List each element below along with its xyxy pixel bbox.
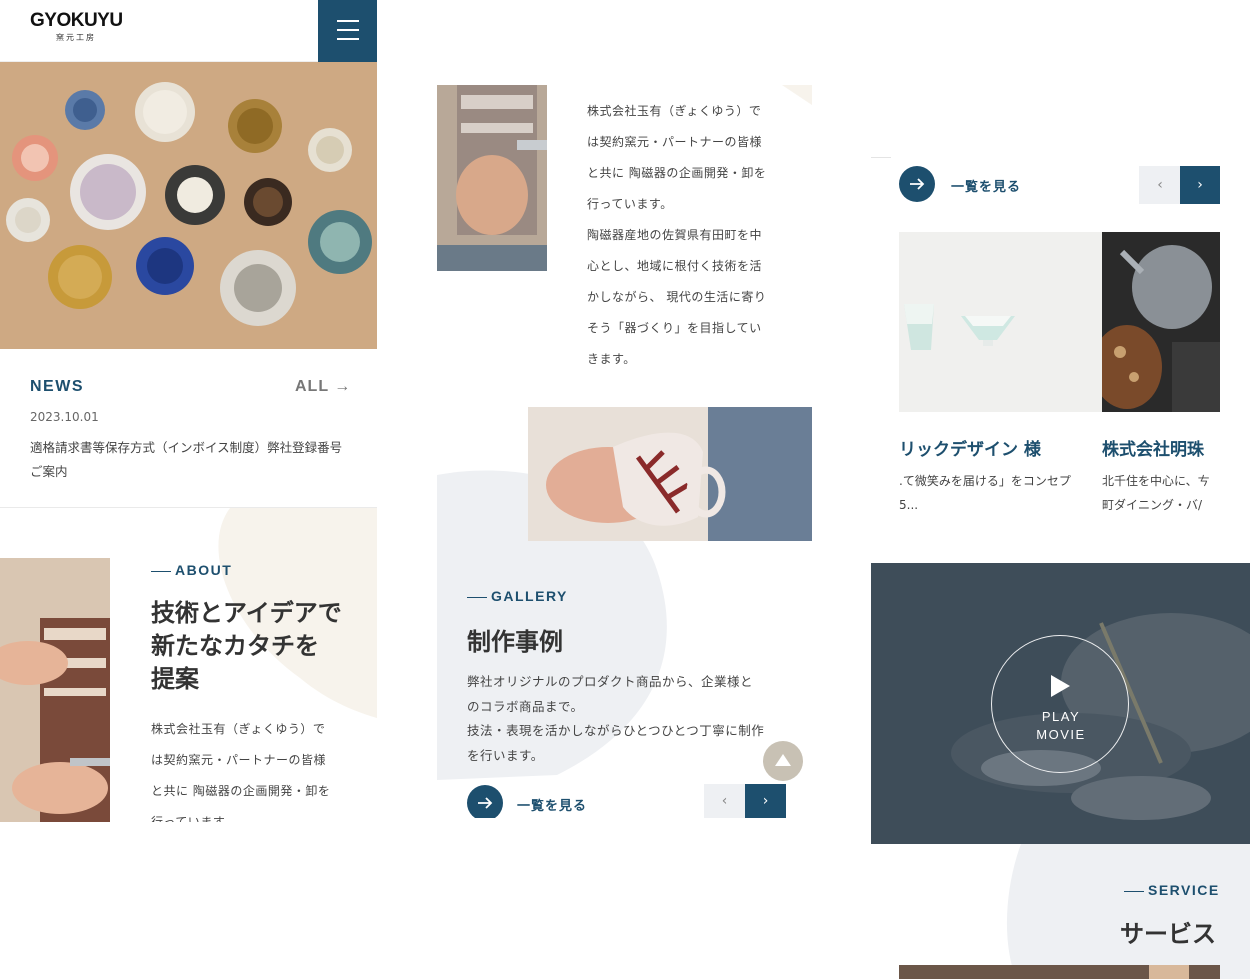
case-desc-line: .て微笑みを届ける」をコンセプ <box>899 474 1071 488</box>
about-body-line: と共に 陶磁器の企画開発・卸を <box>151 784 331 798</box>
pottery-wheel-image <box>437 85 547 271</box>
case-desc-line: 北千住を中心に、ㄘ <box>1102 474 1210 488</box>
gallery-label-text: GALLERY <box>491 588 568 604</box>
intro-body-text: 株式会社玉有（ぎょくゆう）で は契約窯元・パートナーの皆様 と共に 陶磁器の企画… <box>587 96 797 375</box>
service-section-label: SERVICE <box>1124 882 1220 898</box>
viewport-cutoff <box>437 818 812 979</box>
gallery-next-button[interactable]: › <box>745 784 786 819</box>
label-dash <box>467 596 487 598</box>
intro-body-line: 行っています。 <box>587 197 673 211</box>
label-dash <box>1124 890 1144 892</box>
intro-body-line: きます。 <box>587 352 636 366</box>
intro-body-line: 株式会社玉有（ぎょくゆう）で <box>587 104 762 118</box>
cases-next-button[interactable]: › <box>1180 166 1220 204</box>
about-heading-line: 新たなカタチを <box>151 632 319 660</box>
news-section-title: NEWS <box>30 378 84 395</box>
intro-body-line: そう「器づくり」を目指してい <box>587 321 762 335</box>
service-background-shape <box>1006 844 1250 979</box>
intro-body-line: かしながら、 現代の生活に寄り <box>587 290 767 304</box>
about-section-label: ABOUT <box>151 562 232 578</box>
news-item-link[interactable]: 適格請求書等保存方式（インボイス制度）弊社登録番号 ご案内 <box>30 436 355 484</box>
movie-section: PLAY MOVIE <box>871 563 1250 844</box>
about-heading-line: 提案 <box>151 665 199 693</box>
play-label-line: PLAY <box>1041 709 1081 724</box>
news-all-link[interactable]: ALL → <box>295 378 351 396</box>
gallery-body-text: 弊社オリジナルのプロダクト商品から、企業様と のコラボ商品まで。 技法・表現を活… <box>467 670 782 768</box>
triangle-up-icon <box>775 754 791 766</box>
about-heading-line: 技術とアイデアで <box>151 599 342 627</box>
label-dash <box>151 570 171 572</box>
mobile-view-middle: 株式会社玉有（ぎょくゆう）で は契約窯元・パートナーの皆様 と共に 陶磁器の企画… <box>437 0 812 979</box>
cases-prev-button[interactable]: ‹ <box>1139 166 1181 204</box>
mobile-view-bottom: 一覧を見る ‹ › リックデザイン 様 株式会社明珠 .て微笑みを届ける」をコン… <box>871 0 1250 979</box>
service-label-text: SERVICE <box>1148 882 1220 898</box>
intro-body-line: 心とし、地域に根付く技術を活 <box>587 259 763 273</box>
case-company-name[interactable]: リックデザイン 様 <box>899 435 1041 460</box>
mobile-view-top: GYOKUYU 窯元工房 NEWS ALL → 2023.10.01 適格請求書… <box>0 0 377 979</box>
viewport-cutoff <box>0 822 377 979</box>
hero-ceramics-image <box>0 62 377 349</box>
cases-more-arrow-button[interactable] <box>899 166 935 202</box>
gallery-more-arrow-button[interactable] <box>467 785 503 821</box>
about-heading: 技術とアイデアで 新たなカタチを 提案 <box>151 597 366 696</box>
gallery-heading: 制作事例 <box>467 628 563 656</box>
menu-line-icon <box>337 29 359 31</box>
news-item-date: 2023.10.01 <box>30 410 99 424</box>
about-label-text: ABOUT <box>175 562 233 578</box>
cases-more-link[interactable]: 一覧を見る <box>951 176 1021 195</box>
case-company-desc: .て微笑みを届ける」をコンセプ 5... <box>899 469 1102 517</box>
case-company-desc: 北千住を中心に、ㄘ 町ダイニング・バ/ <box>1102 469 1220 517</box>
about-body-text: 株式会社玉有（ぎょくゆう）で は契約窯元・パートナーの皆様 と共に 陶磁器の企画… <box>151 714 356 838</box>
about-body-line: 株式会社玉有（ぎょくゆう）で <box>151 722 326 736</box>
play-label-line: MOVIE <box>1036 727 1086 742</box>
scroll-to-top-button[interactable] <box>763 741 803 781</box>
play-movie-label: PLAY MOVIE <box>992 708 1130 744</box>
top-edge-line <box>871 157 891 158</box>
hamburger-menu-button[interactable] <box>318 0 377 62</box>
arrow-right-icon <box>478 797 493 809</box>
gallery-more-link[interactable]: 一覧を見る <box>517 795 587 814</box>
arrow-right-icon <box>910 178 925 190</box>
site-logo[interactable]: GYOKUYU 窯元工房 <box>30 10 123 43</box>
gallery-body-line: 技法・表現を活かしながらひとつひとつ丁寧に制作 <box>467 723 765 738</box>
painting-mug-image <box>528 407 812 541</box>
gallery-section-label: GALLERY <box>467 588 568 604</box>
service-image <box>899 965 1220 979</box>
gallery-body-line: のコラボ商品まで。 <box>467 698 584 714</box>
menu-line-icon <box>337 20 359 22</box>
gallery-body-line: 弊社オリジナルのプロダクト商品から、企業様と <box>467 674 754 689</box>
about-body-line: は契約窯元・パートナーの皆様 <box>151 753 327 767</box>
case-desc-line: 町ダイニング・バ/ <box>1102 498 1203 512</box>
play-icon <box>1051 675 1070 697</box>
site-header: GYOKUYU 窯元工房 <box>0 0 377 62</box>
gallery-prev-button[interactable]: ‹ <box>704 784 745 819</box>
logo-subtext: 窯元工房 <box>56 33 96 42</box>
case-image-teapot[interactable] <box>1102 232 1220 412</box>
play-movie-button[interactable]: PLAY MOVIE <box>991 635 1129 773</box>
case-desc-line: 5... <box>899 498 919 512</box>
about-pottery-image <box>0 558 110 822</box>
menu-line-icon <box>337 38 359 40</box>
intro-body-line: と共に 陶磁器の企画開発・卸を <box>587 166 767 180</box>
service-heading: サービス <box>1120 920 1216 948</box>
intro-body-line: は契約窯元・パートナーの皆様 <box>587 135 763 149</box>
intro-body-line: 陶磁器産地の佐賀県有田町を中 <box>587 228 763 242</box>
gallery-body-line: を行います。 <box>467 747 544 763</box>
case-company-name[interactable]: 株式会社明珠 <box>1102 435 1220 460</box>
logo-text: GYOKUYU <box>30 10 123 31</box>
case-image-sake-cups[interactable] <box>899 232 1102 412</box>
